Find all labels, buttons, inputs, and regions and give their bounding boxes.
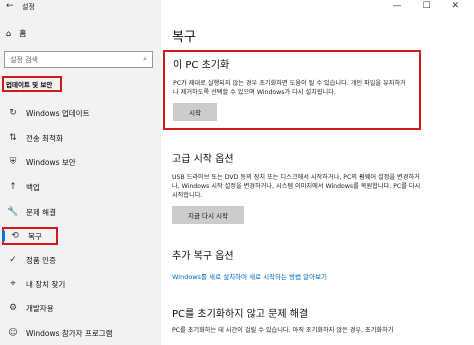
sidebar-item-label: 복구 <box>28 231 42 241</box>
reset-start-button[interactable]: 시작 <box>173 103 217 121</box>
locate-icon: ⌖ <box>10 279 16 289</box>
sidebar-item-windows-update[interactable]: ↻ Windows 업데이트 <box>2 104 157 122</box>
refresh-icon: ↻ <box>9 108 17 118</box>
sidebar: ← 설정 ⌂ 홈 설정 검색 ⌕ 업데이트 및 보안 ↻ Windows 업데이… <box>0 0 161 345</box>
main-content: 복구 이 PC 초기화 PC가 제대로 실행되지 않는 경우 초기화하면 도움이… <box>163 0 474 345</box>
home-nav-item[interactable]: ⌂ 홈 <box>6 28 26 39</box>
developer-tools-icon: ⚙ <box>8 303 18 313</box>
sidebar-item-label: Windows 보안 <box>26 157 76 167</box>
sidebar-item-label: Windows 참가자 프로그램 <box>26 328 113 338</box>
home-label: 홈 <box>19 29 27 38</box>
sidebar-item-label: 정품 인증 <box>26 255 56 265</box>
backup-arrow-icon: ↑ <box>9 182 17 192</box>
reset-pc-description: PC가 제대로 실행되지 않는 경우 초기화하면 도움이 될 수 있습니다. 개… <box>173 80 406 96</box>
sidebar-item-activation[interactable]: ✓ 정품 인증 <box>2 251 157 269</box>
page-title: 복구 <box>172 30 196 45</box>
recovery-icon: ⟲ <box>11 231 19 241</box>
sidebar-item-for-developers[interactable]: ⚙ 개발자용 <box>2 299 157 317</box>
search-input[interactable]: 설정 검색 ⌕ <box>4 51 153 68</box>
search-icon: ⌕ <box>143 55 147 63</box>
fix-problems-section: PC를 초기화하지 않고 문제 해결 PC를 초기화하는 데 시간이 걸릴 수 … <box>172 305 432 335</box>
wrench-icon: 🔧 <box>7 207 19 217</box>
sidebar-item-label: 전송 최적화 <box>26 133 63 143</box>
window-title: 설정 <box>22 3 35 11</box>
sidebar-item-label: 백업 <box>26 182 40 192</box>
restart-now-button[interactable]: 지금 다시 시작 <box>172 206 245 224</box>
reset-pc-heading: 이 PC 초기화 <box>173 60 230 71</box>
back-arrow-icon[interactable]: ← <box>6 1 14 11</box>
reset-pc-section: 이 PC 초기화 PC가 제대로 실행되지 않는 경우 초기화하면 도움이 될 … <box>163 50 421 130</box>
transfer-icon: ⇅ <box>9 133 17 143</box>
check-circle-icon: ✓ <box>9 255 17 265</box>
sidebar-item-label: 문제 해결 <box>26 207 56 217</box>
fix-problems-description: PC를 초기화하는 데 시간이 걸릴 수 있습니다. 아직 초기화하지 않은 경… <box>172 327 394 334</box>
advanced-startup-heading: 고급 시작 옵션 <box>172 154 234 165</box>
more-recovery-heading: 추가 복구 옵션 <box>172 251 234 262</box>
sidebar-item-insider-program[interactable]: ☺ Windows 참가자 프로그램 <box>2 324 157 342</box>
sidebar-item-label: 개발자용 <box>26 303 54 313</box>
home-icon: ⌂ <box>6 29 12 38</box>
section-header-update-security: 업데이트 및 보안 <box>2 76 62 92</box>
sidebar-item-troubleshoot[interactable]: 🔧 문제 해결 <box>2 203 157 221</box>
advanced-startup-section: 고급 시작 옵션 USB 드라이브 또는 DVD 등의 장치 또는 디스크에서 … <box>172 150 426 224</box>
sidebar-item-label: Windows 업데이트 <box>26 108 90 118</box>
sidebar-item-find-my-device[interactable]: ⌖ 내 장치 찾기 <box>2 275 157 293</box>
shield-icon: ⛨ <box>9 157 17 167</box>
sidebar-item-windows-security[interactable]: ⛨ Windows 보안 <box>2 153 157 171</box>
sidebar-item-label: 내 장치 찾기 <box>26 279 66 289</box>
advanced-startup-description: USB 드라이브 또는 DVD 등의 장치 또는 디스크에서 시작하거나, PC… <box>172 174 421 199</box>
sidebar-item-backup[interactable]: ↑ 백업 <box>2 178 157 196</box>
fix-problems-heading: PC를 초기화하지 않고 문제 해결 <box>172 309 309 320</box>
fresh-install-link[interactable]: Windows를 새로 설치하여 새로 시작하는 방법 알아보기 <box>172 271 426 281</box>
smiley-icon: ☺ <box>8 328 18 338</box>
sidebar-item-delivery-optimization[interactable]: ⇅ 전송 최적화 <box>2 129 157 147</box>
more-recovery-options-section: 추가 복구 옵션 Windows를 새로 설치하여 새로 시작하는 방법 알아보… <box>172 247 426 281</box>
search-placeholder: 설정 검색 <box>10 55 38 64</box>
sidebar-item-recovery[interactable]: ⟲ 복구 <box>2 227 58 245</box>
